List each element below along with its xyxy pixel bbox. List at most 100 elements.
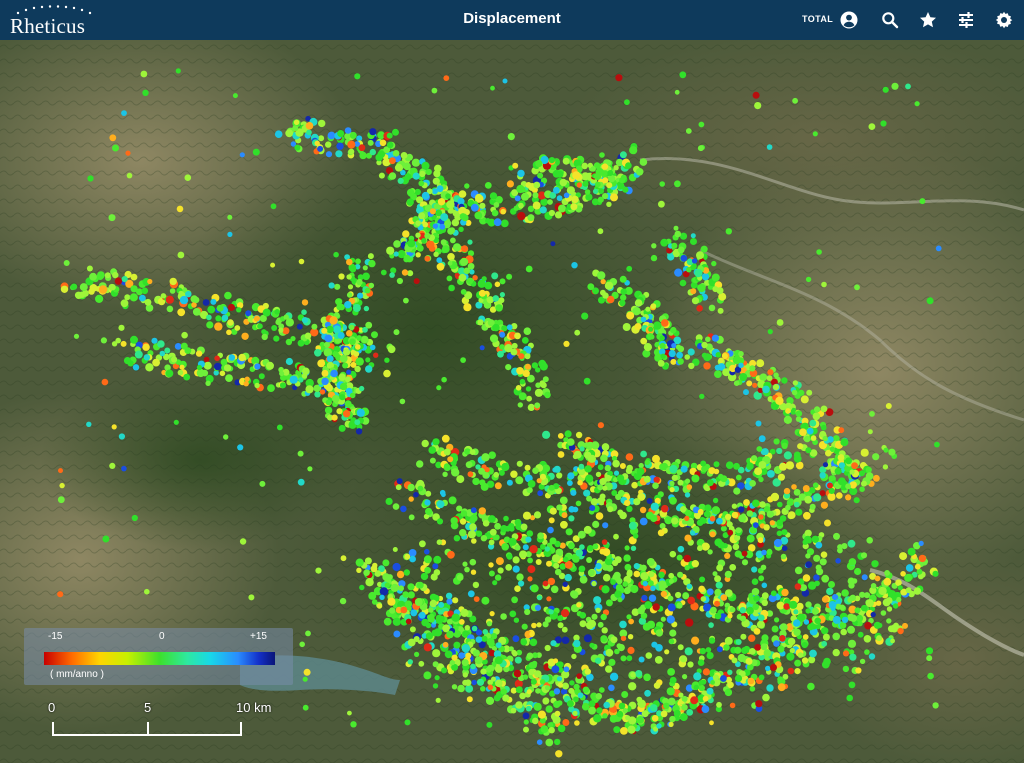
displacement-point <box>714 364 721 371</box>
displacement-point <box>667 668 675 676</box>
displacement-point <box>400 505 407 513</box>
displacement-point <box>706 479 714 487</box>
displacement-point <box>297 450 304 457</box>
displacement-point <box>121 276 128 283</box>
displacement-point <box>433 170 441 178</box>
displacement-point <box>549 507 557 515</box>
displacement-point <box>699 647 706 655</box>
displacement-point <box>673 225 679 231</box>
displacement-point <box>783 603 790 610</box>
displacement-point <box>531 660 538 667</box>
displacement-point <box>494 574 502 581</box>
displacement-point <box>668 638 675 645</box>
displacement-point <box>716 517 723 525</box>
star-icon[interactable] <box>918 10 938 30</box>
displacement-point <box>633 563 640 570</box>
displacement-point <box>600 278 606 285</box>
displacement-point <box>886 606 893 612</box>
displacement-point <box>819 490 826 497</box>
displacement-point <box>682 674 688 680</box>
displacement-point <box>845 457 852 465</box>
displacement-point <box>891 82 899 90</box>
displacement-point <box>254 382 260 389</box>
displacement-point <box>804 529 812 537</box>
displacement-point <box>289 375 298 384</box>
displacement-point <box>238 353 246 362</box>
displacement-point <box>712 497 719 504</box>
displacement-point <box>203 361 212 370</box>
displacement-point <box>741 647 749 654</box>
displacement-point <box>442 471 448 477</box>
displacement-point <box>609 672 619 681</box>
displacement-point <box>323 341 330 348</box>
displacement-point <box>756 620 765 629</box>
displacement-point <box>418 212 426 220</box>
scale-tick-5 <box>147 722 149 736</box>
displacement-point <box>516 573 524 581</box>
displacement-point <box>677 644 684 651</box>
displacement-point <box>405 618 412 625</box>
displacement-point <box>407 239 416 248</box>
displacement-point <box>330 369 338 378</box>
displacement-point <box>789 600 798 609</box>
displacement-point <box>368 282 375 289</box>
displacement-point <box>336 142 344 150</box>
displacement-point <box>905 564 914 572</box>
displacement-point <box>379 587 389 596</box>
displacement-point <box>773 640 780 647</box>
displacement-point <box>681 704 688 711</box>
displacement-point <box>278 327 284 333</box>
displacement-point <box>514 656 522 664</box>
displacement-point <box>556 676 563 682</box>
displacement-point <box>773 372 779 378</box>
displacement-point <box>593 596 602 605</box>
displacement-point <box>697 145 704 152</box>
displacement-point <box>210 298 217 305</box>
displacement-point <box>711 273 720 282</box>
displacement-point <box>326 325 334 334</box>
displacement-point <box>447 227 455 235</box>
search-icon[interactable] <box>880 10 900 30</box>
displacement-point <box>259 480 266 487</box>
displacement-point <box>716 701 722 708</box>
displacement-point <box>453 243 462 252</box>
displacement-point <box>795 410 803 417</box>
displacement-point <box>530 678 537 685</box>
displacement-point <box>579 446 585 452</box>
displacement-point <box>413 278 420 285</box>
displacement-point <box>458 226 464 232</box>
displacement-point <box>317 145 324 152</box>
displacement-point <box>464 679 472 686</box>
displacement-point <box>609 715 618 723</box>
displacement-point <box>525 386 532 392</box>
displacement-point <box>868 123 876 130</box>
displacement-point <box>285 129 294 138</box>
displacement-point <box>797 443 804 450</box>
displacement-point <box>118 433 125 440</box>
account-icon[interactable] <box>839 10 859 30</box>
displacement-point <box>694 269 703 278</box>
displacement-point <box>515 385 522 391</box>
displacement-point <box>323 348 332 357</box>
displacement-point <box>539 206 547 214</box>
displacement-point <box>573 696 579 703</box>
displacement-point <box>880 120 887 127</box>
displacement-point <box>407 483 415 492</box>
filter-sliders-icon[interactable] <box>956 10 976 30</box>
displacement-point <box>314 391 321 398</box>
displacement-point <box>693 684 699 691</box>
displacement-point <box>861 574 868 581</box>
displacement-point <box>346 258 353 266</box>
displacement-point <box>754 102 762 110</box>
displacement-point <box>428 446 437 454</box>
scale-label-10: 10 km <box>236 700 272 715</box>
displacement-point <box>562 719 570 726</box>
displacement-point <box>799 428 807 437</box>
displacement-point <box>629 146 638 155</box>
displacement-point <box>895 579 902 586</box>
settings-gear-icon[interactable] <box>994 10 1014 30</box>
displacement-point <box>574 329 581 336</box>
displacement-point <box>433 251 439 257</box>
displacement-point <box>636 696 643 703</box>
displacement-point <box>579 612 587 619</box>
